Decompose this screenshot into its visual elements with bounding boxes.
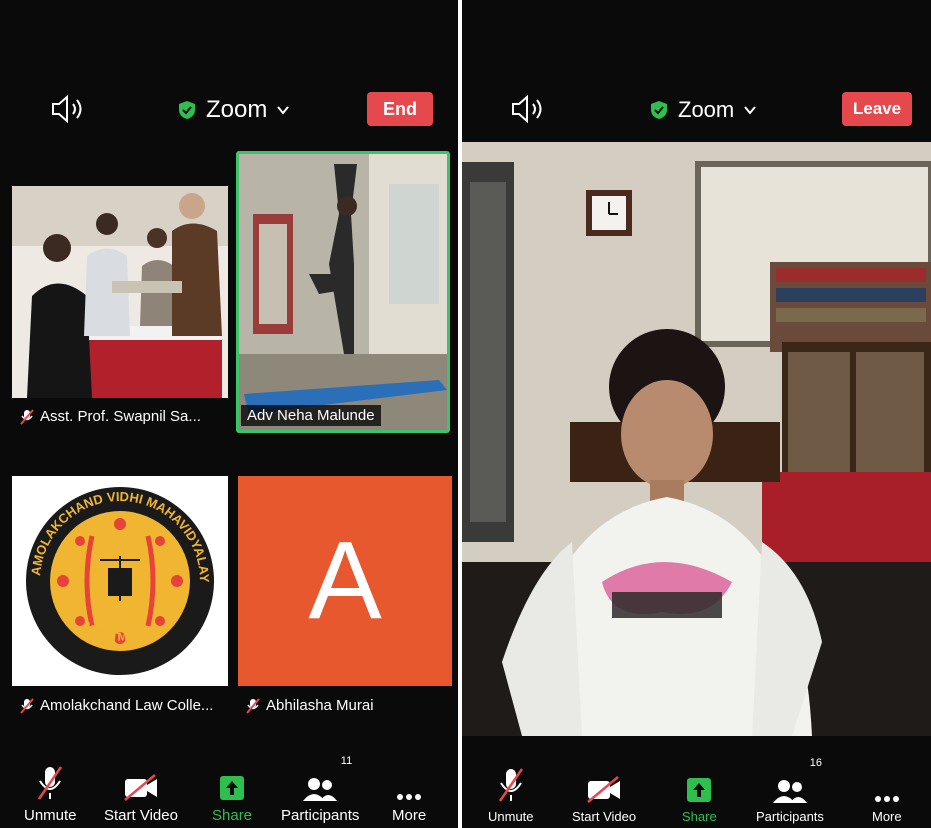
unmute-button[interactable]: Unmute — [24, 761, 77, 824]
left-zoom-screen: Zoom End Asst. Prof. Swapnil Sa... Adv N… — [0, 0, 458, 828]
participant-video-yoga — [239, 154, 447, 430]
participant-video-photo — [12, 186, 228, 398]
more-button[interactable]: More — [392, 761, 426, 824]
share-button[interactable]: Share — [682, 763, 717, 824]
participants-count-badge: 16 — [809, 757, 822, 769]
avatar-initial: A — [308, 519, 382, 642]
speaker-video-frame — [462, 142, 931, 736]
participant-name: Asst. Prof. Swapnil Sa... — [40, 408, 201, 425]
video-tile-amolakchand[interactable]: AMOLAKCHAND VIDHI MAHAVIDYALAYA YAVATMAL — [12, 476, 228, 686]
muted-mic-icon — [246, 697, 260, 714]
unmute-button[interactable]: Unmute — [488, 763, 534, 824]
meeting-title: Zoom — [678, 97, 735, 122]
more-dots-icon — [397, 794, 422, 800]
participant-name: Abhilasha Murai — [266, 697, 374, 714]
end-button[interactable]: End — [367, 92, 433, 126]
share-upload-icon — [687, 778, 712, 802]
video-off-icon — [587, 776, 621, 803]
video-off-icon — [124, 774, 157, 801]
tile-label-neha: Adv Neha Malunde — [241, 405, 381, 426]
tile-label-amolakchand: Amolakchand Law Colle... — [20, 697, 213, 714]
start-video-button[interactable]: Start Video — [104, 761, 178, 824]
meeting-title-dropdown[interactable]: Zoom — [650, 92, 757, 128]
video-tile-abhilasha[interactable]: A — [238, 476, 452, 686]
leave-button[interactable]: Leave — [842, 92, 912, 126]
more-dots-icon — [874, 796, 899, 802]
muted-mic-icon — [498, 768, 523, 802]
muted-mic-icon — [38, 766, 63, 800]
share-button[interactable]: Share — [212, 761, 252, 824]
start-video-button[interactable]: Start Video — [572, 763, 636, 824]
meeting-toolbar: Unmute Start Video Share — [0, 748, 458, 828]
right-zoom-screen: Zoom Leave Unmute Start Video Share 16 P… — [462, 0, 931, 828]
meeting-top-bar: Zoom Leave — [462, 88, 931, 132]
shield-check-icon — [651, 101, 667, 119]
participants-icon — [303, 778, 338, 801]
participants-icon — [772, 780, 807, 803]
muted-mic-icon — [20, 408, 34, 425]
college-logo-image: AMOLAKCHAND VIDHI MAHAVIDYALAYA YAVATMAL — [12, 476, 214, 675]
more-button[interactable]: More — [872, 763, 902, 824]
chevron-down-icon — [277, 106, 290, 115]
speaker-icon[interactable] — [50, 94, 90, 124]
active-speaker-video[interactable] — [462, 142, 931, 736]
meeting-toolbar: Unmute Start Video Share — [462, 748, 931, 828]
meeting-title-dropdown[interactable]: Zoom — [178, 92, 290, 128]
participants-button[interactable]: 16 Participants — [756, 757, 824, 824]
participant-name: Amolakchand Law Colle... — [40, 697, 214, 714]
shield-check-icon — [179, 101, 195, 119]
muted-mic-icon — [20, 697, 34, 714]
tile-label-abhilasha: Abhilasha Murai — [246, 697, 374, 714]
participants-button[interactable]: 11 Participants — [281, 755, 359, 824]
share-upload-icon — [220, 776, 245, 800]
chevron-down-icon — [744, 106, 757, 115]
speaker-icon[interactable] — [510, 94, 550, 124]
meeting-title: Zoom — [206, 96, 268, 123]
participant-name: Adv Neha Malunde — [247, 407, 375, 424]
video-tile-swapnil[interactable] — [12, 186, 228, 398]
video-tile-neha[interactable]: Adv Neha Malunde — [236, 151, 450, 433]
participants-count-badge: 11 — [340, 755, 353, 767]
meeting-top-bar: Zoom End — [0, 88, 458, 132]
tile-label-swapnil: Asst. Prof. Swapnil Sa... — [20, 408, 201, 425]
